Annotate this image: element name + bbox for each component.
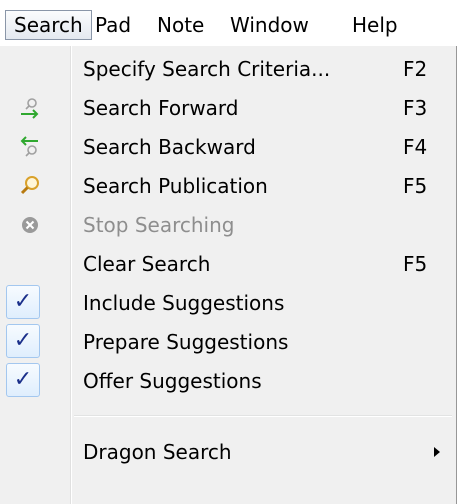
- stop-icon: [18, 213, 42, 237]
- menu-item-shortcut: F4: [403, 135, 428, 159]
- menu-item-include-suggestions[interactable]: ✓ Include Suggestions: [0, 283, 456, 323]
- menu-item-shortcut: F5: [403, 174, 428, 198]
- submenu-arrow-icon: [434, 447, 440, 457]
- menu-item-label: Clear Search: [83, 252, 211, 276]
- search-dropdown-menu: Specify Search Criteria... F2 Search For…: [0, 46, 457, 504]
- menu-item-label: Prepare Suggestions: [83, 330, 289, 354]
- menu-search[interactable]: Search: [5, 10, 92, 40]
- menu-item-label: Dragon Search: [83, 440, 232, 464]
- search-forward-icon: [18, 96, 42, 120]
- menu-window[interactable]: Window: [222, 10, 317, 40]
- magnifier-icon: [18, 174, 42, 198]
- menu-item-search-backward[interactable]: Search Backward F4: [0, 127, 456, 167]
- menu-item-label: Offer Suggestions: [83, 369, 262, 393]
- menu-item-prepare-suggestions[interactable]: ✓ Prepare Suggestions: [0, 322, 456, 362]
- menu-item-stop-searching: Stop Searching: [0, 205, 456, 245]
- menu-item-shortcut: F5: [403, 252, 428, 276]
- checkmark-icon: ✓: [6, 285, 40, 319]
- menu-item-specify-search-criteria[interactable]: Specify Search Criteria... F2: [0, 49, 456, 89]
- menu-note[interactable]: Note: [149, 10, 212, 40]
- menu-help[interactable]: Help: [344, 10, 406, 40]
- menu-item-label: Search Backward: [83, 135, 256, 159]
- search-backward-icon: [18, 135, 42, 159]
- menu-item-label: Include Suggestions: [83, 291, 285, 315]
- menu-item-label: Search Publication: [83, 174, 268, 198]
- menu-separator: [74, 415, 452, 417]
- menu-item-search-publication[interactable]: Search Publication F5: [0, 166, 456, 206]
- checkmark-icon: ✓: [6, 324, 40, 358]
- menu-item-label: Specify Search Criteria...: [83, 57, 331, 81]
- menu-item-search-forward[interactable]: Search Forward F3: [0, 88, 456, 128]
- menu-item-shortcut: F2: [403, 57, 428, 81]
- menu-item-shortcut: F3: [403, 96, 428, 120]
- menu-item-label: Search Forward: [83, 96, 239, 120]
- menu-pad[interactable]: Pad: [87, 10, 139, 40]
- menu-item-dragon-search[interactable]: Dragon Search: [0, 432, 456, 472]
- checkmark-icon: ✓: [6, 363, 40, 397]
- menu-item-clear-search[interactable]: Clear Search F5: [0, 244, 456, 284]
- menu-item-label: Stop Searching: [83, 213, 235, 237]
- menu-item-offer-suggestions[interactable]: ✓ Offer Suggestions: [0, 361, 456, 401]
- menu-bar: Search Pad Note Window Help: [0, 0, 457, 47]
